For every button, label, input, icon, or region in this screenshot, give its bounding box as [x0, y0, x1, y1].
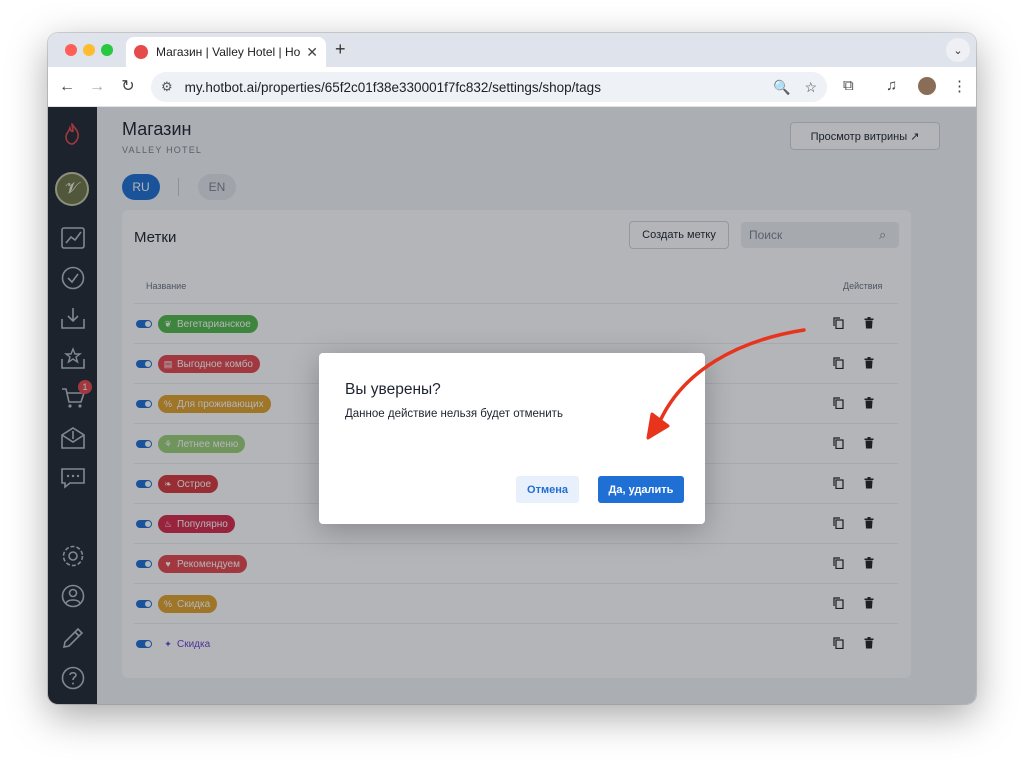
browser-menu-icon[interactable]: ⋮ [952, 77, 967, 95]
app-area: 𝓥 1 Магазин VALLEY HOTEL Просмотр витрин… [48, 107, 976, 704]
new-tab-button[interactable]: + [335, 39, 346, 60]
dialog-message: Данное действие нельзя будет отменить [345, 408, 563, 420]
zoom-icon[interactable]: 🔍 [773, 79, 790, 96]
cancel-button[interactable]: Отмена [516, 476, 579, 503]
bookmark-star-icon[interactable]: ☆ [804, 79, 817, 96]
url-text: my.hotbot.ai/properties/65f2c01f38e33000… [184, 79, 601, 95]
tab-search-chevron-icon[interactable]: ⌄ [946, 38, 970, 62]
tab-title: Магазин | Valley Hotel | Hotbot [156, 45, 301, 59]
reload-icon[interactable]: ↻ [118, 77, 138, 97]
media-controls-icon[interactable]: ♫ [886, 77, 897, 94]
minimize-window-button[interactable] [83, 44, 95, 56]
maximize-window-button[interactable] [101, 44, 113, 56]
dialog-title: Вы уверены? [345, 381, 441, 398]
browser-window: Магазин | Valley Hotel | Hotbot ✕ + ⌄ ← … [48, 33, 976, 704]
tab-close-icon[interactable]: ✕ [306, 44, 318, 61]
site-settings-icon[interactable]: ⚙ [161, 79, 173, 95]
address-bar[interactable]: ⚙ my.hotbot.ai/properties/65f2c01f38e330… [151, 72, 827, 102]
confirm-delete-dialog: Вы уверены? Данное действие нельзя будет… [319, 353, 705, 524]
profile-avatar[interactable] [918, 77, 936, 95]
back-arrow-icon[interactable]: ← [57, 77, 77, 97]
forward-arrow-icon[interactable]: → [87, 77, 107, 97]
extensions-puzzle-icon[interactable]: ⧉ [843, 77, 854, 94]
tab-bar: Магазин | Valley Hotel | Hotbot ✕ + ⌄ [48, 33, 976, 67]
hotbot-favicon-icon [134, 45, 148, 59]
browser-toolbar: ← → ↻ ⚙ my.hotbot.ai/properties/65f2c01f… [48, 67, 976, 107]
confirm-delete-button[interactable]: Да, удалить [598, 476, 684, 503]
close-window-button[interactable] [65, 44, 77, 56]
browser-tab[interactable]: Магазин | Valley Hotel | Hotbot ✕ [126, 37, 326, 67]
